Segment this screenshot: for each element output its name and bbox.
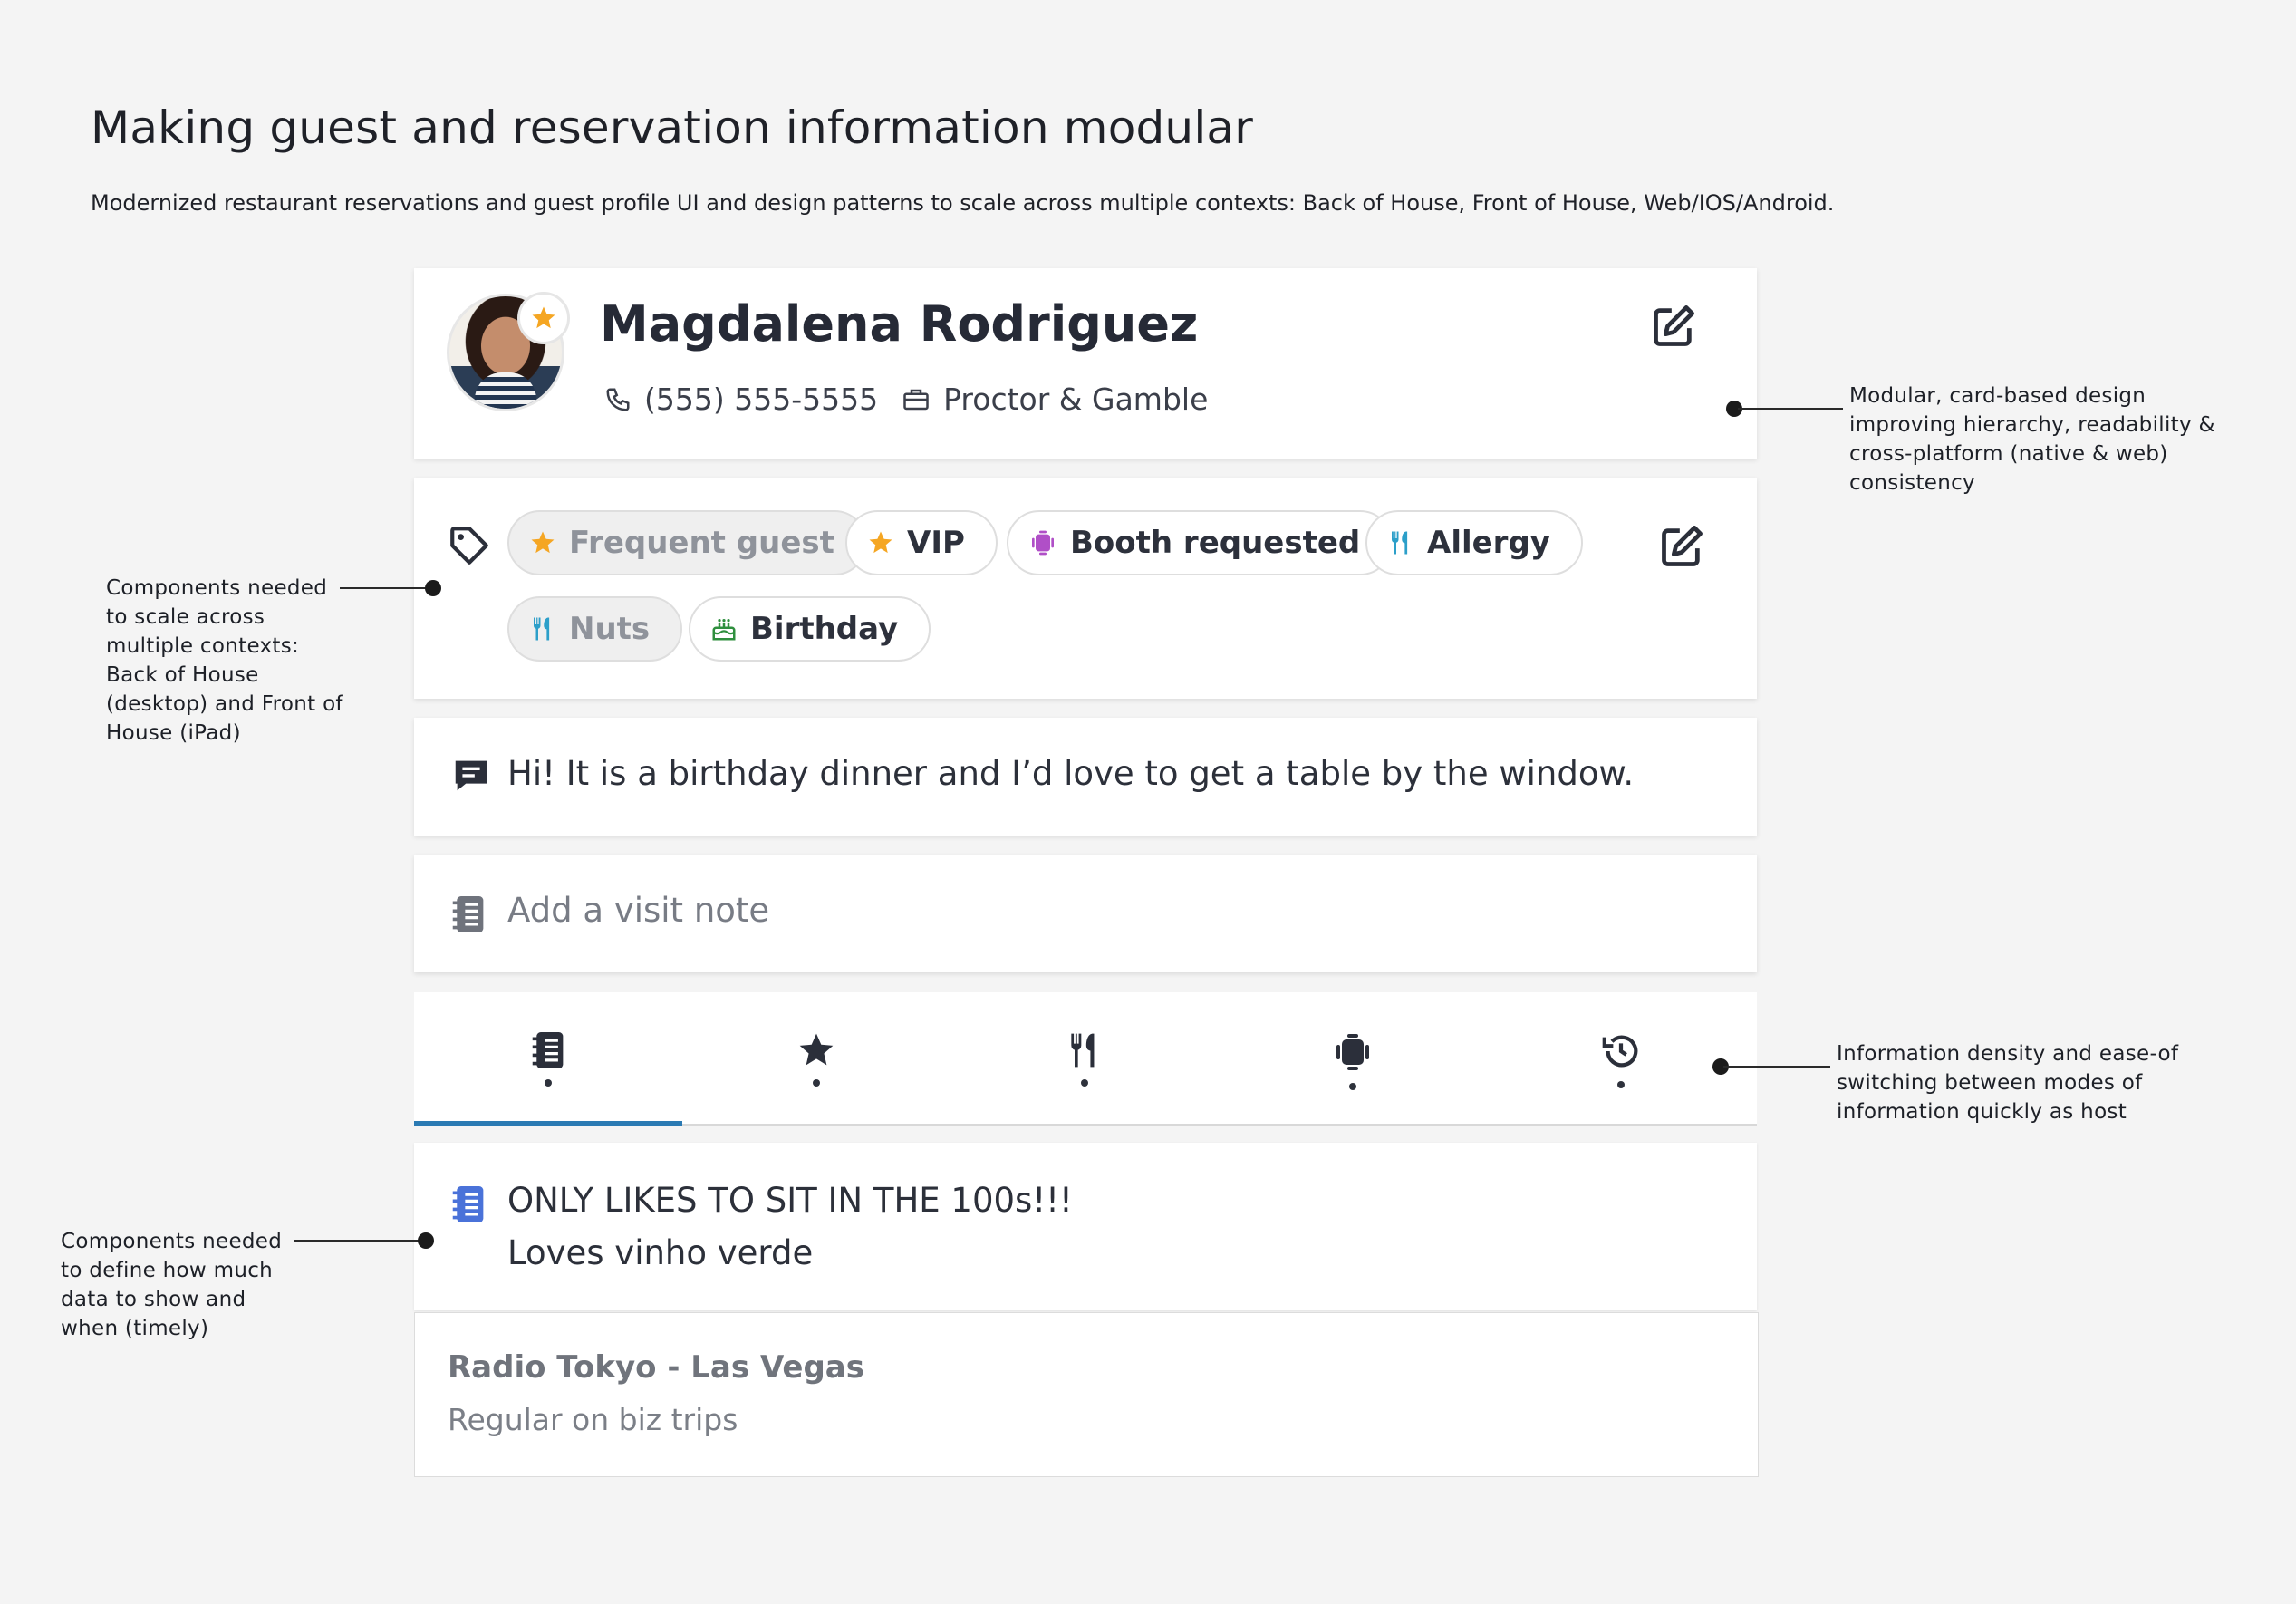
contact-row: (555) 555-5555 Proctor & Gamble (604, 382, 1208, 417)
info-mode-tabs (414, 992, 1757, 1126)
tab-preferences[interactable] (682, 992, 950, 1124)
tag-chip-vip[interactable]: VIP (845, 510, 998, 575)
booth-icon (1336, 1034, 1369, 1070)
tag-chip-frequent-guest[interactable]: Frequent guest (507, 510, 867, 575)
tab-dining[interactable] (950, 992, 1219, 1124)
annotation-scale-contexts: Components needed to scale across multip… (106, 576, 343, 745)
edit-tags-icon[interactable] (1658, 523, 1705, 570)
annotation-dot (425, 580, 441, 596)
tab-seating[interactable] (1219, 992, 1487, 1124)
annotation-info-density: Information density and ease-of switchin… (1837, 1042, 2179, 1124)
venue-note: Regular on biz trips (448, 1402, 738, 1437)
guest-phone[interactable]: (555) 555-5555 (644, 382, 878, 417)
visit-note-card[interactable]: Add a visit note (414, 855, 1757, 972)
guest-tags-card: Frequent guest VIP Booth requested Aller… (414, 478, 1757, 699)
tab-dot (1081, 1079, 1088, 1087)
avatar (447, 292, 570, 411)
annotation-line (294, 1240, 421, 1242)
vip-star-badge (517, 292, 570, 344)
utensils-icon (1071, 1033, 1095, 1068)
history-icon (1602, 1035, 1638, 1068)
cake-icon (712, 619, 736, 641)
annotation-dot (418, 1232, 434, 1249)
notebook-icon (452, 896, 484, 932)
tag-chip-allergy[interactable]: Allergy (1365, 510, 1583, 575)
star-icon (869, 531, 892, 554)
utensils-icon (1392, 531, 1408, 555)
guest-note-line: Loves vinho verde (507, 1233, 814, 1272)
page-subtitle: Modernized restaurant reservations and g… (91, 190, 1835, 216)
visit-note-input[interactable]: Add a visit note (507, 891, 769, 930)
briefcase-icon (903, 389, 929, 410)
chat-icon (455, 760, 487, 791)
annotation-data-timing: Components needed to define how much dat… (61, 1230, 283, 1340)
guest-profile-card: Magdalena Rodriguez (555) 555-5555 Proct… (414, 268, 1757, 459)
tag-chip-birthday[interactable]: Birthday (689, 596, 931, 662)
tag-chip-nuts[interactable]: Nuts (507, 596, 683, 662)
tab-history[interactable] (1487, 992, 1755, 1124)
guest-notes-card: ONLY LIKES TO SIT IN THE 100s!!! Loves v… (414, 1143, 1757, 1310)
annotation-line (1738, 408, 1843, 410)
annotation-card-design: Modular, card-based design improving hie… (1849, 384, 2215, 495)
tab-dot (1349, 1083, 1356, 1090)
star-icon (532, 306, 555, 329)
page-title: Making guest and reservation information… (91, 101, 1254, 154)
guest-note-line: ONLY LIKES TO SIT IN THE 100s!!! (507, 1181, 1073, 1220)
phone-icon (606, 388, 630, 411)
utensils-icon (534, 617, 550, 641)
guest-name: Magdalena Rodriguez (600, 295, 1199, 353)
venue-title: Radio Tokyo - Las Vegas (448, 1349, 864, 1386)
guest-message-text: Hi! It is a birthday dinner and I’d love… (507, 754, 1635, 793)
tab-notes[interactable] (414, 992, 682, 1126)
guest-message-card: Hi! It is a birthday dinner and I’d love… (414, 718, 1757, 836)
venue-note-card: Radio Tokyo - Las Vegas Regular on biz t… (414, 1312, 1759, 1477)
tag-chip-booth-requested[interactable]: Booth requested (1007, 510, 1394, 575)
tab-dot (545, 1079, 552, 1087)
company-group: Proctor & Gamble (902, 382, 1208, 417)
annotation-line (340, 587, 430, 589)
annotation-line (1723, 1066, 1830, 1068)
edit-profile-icon[interactable] (1650, 303, 1697, 350)
tab-dot (1617, 1081, 1625, 1088)
booth-icon (1032, 530, 1054, 556)
notebook-icon (532, 1032, 564, 1068)
tab-dot (813, 1079, 820, 1087)
active-tab-indicator (414, 1121, 682, 1126)
guest-company: Proctor & Gamble (943, 382, 1209, 417)
star-icon (799, 1033, 834, 1066)
tag-icon (450, 527, 488, 565)
notebook-icon (452, 1186, 484, 1222)
star-icon (531, 531, 555, 554)
